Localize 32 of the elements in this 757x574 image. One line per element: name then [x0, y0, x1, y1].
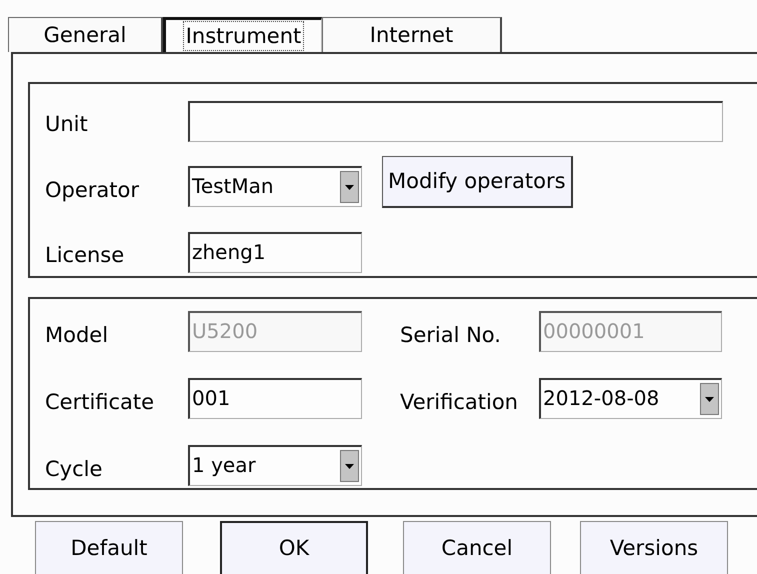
field-label: Cycle — [45, 456, 104, 480]
input-field[interactable]: 001 — [188, 378, 362, 419]
tab[interactable]: Instrument — [163, 17, 322, 52]
field-label: Serial No. — [400, 322, 502, 346]
field-value: 001 — [191, 385, 232, 412]
field-label: Unit — [45, 111, 89, 136]
dropdown-arrow-icon[interactable] — [705, 396, 714, 402]
dialog-button[interactable]: OK — [220, 521, 368, 574]
tab[interactable]: Internet — [322, 17, 502, 52]
tab[interactable]: General — [8, 17, 163, 52]
field-label: Model — [45, 322, 110, 346]
field-label: Operator — [45, 176, 140, 202]
field-value: 2012-08-08 — [542, 385, 660, 412]
field-value: TestMan — [191, 173, 275, 200]
dropdown-field[interactable]: TestMan — [188, 166, 362, 207]
dropdown-field[interactable]: 1 year — [188, 445, 362, 486]
dialog-button[interactable]: Cancel — [403, 521, 551, 574]
input-field[interactable] — [188, 100, 723, 142]
field-value: 1 year — [191, 452, 257, 479]
dialog-button[interactable]: Default — [35, 521, 183, 574]
dropdown-arrow-icon[interactable] — [345, 464, 354, 468]
input-field[interactable]: zheng1 — [188, 232, 362, 272]
field-value: 00000001 — [542, 318, 646, 345]
field-label: Verification — [400, 388, 519, 414]
field-value: U5200 — [191, 318, 259, 345]
field-value: zheng1 — [191, 238, 267, 266]
dropdown-field[interactable]: 2012-08-08 — [539, 378, 722, 419]
dropdown-arrow-icon[interactable] — [345, 184, 354, 190]
field-label: License — [45, 242, 126, 267]
field-label: Certificate — [45, 388, 156, 414]
modify-operators-button[interactable]: Modify operators — [382, 156, 573, 208]
dialog-button[interactable]: Versions — [580, 521, 728, 574]
